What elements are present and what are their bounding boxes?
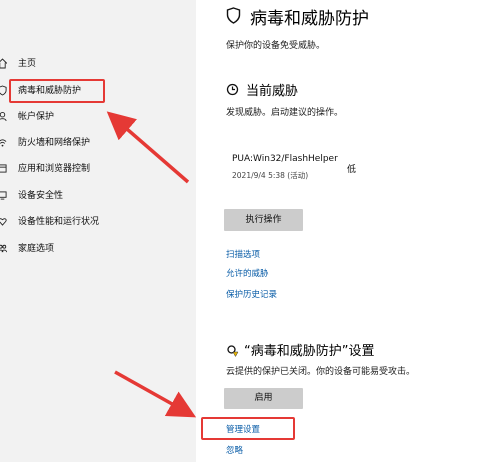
settings-warning-icon (227, 345, 239, 357)
take-action-button[interactable]: 执行操作 (224, 209, 303, 231)
current-threats-heading: 当前威胁 (246, 84, 299, 99)
person-icon (0, 112, 7, 122)
sidebar-item-app-browser[interactable]: 应用和浏览器控制 (0, 158, 196, 180)
sidebar-item-label: 主页 (18, 59, 37, 69)
main-content: 病毒和威胁防护 保护你的设备免受威胁。 当前威胁 发现威胁。启动建议的操作。 P… (196, 0, 500, 462)
threat-severity: 低 (347, 165, 357, 175)
sidebar-item-device-security[interactable]: 设备安全性 (0, 185, 196, 207)
sidebar-item-label: 设备安全性 (18, 191, 64, 201)
current-threats-description: 发现威胁。启动建议的操作。 (226, 108, 344, 118)
clock-refresh-icon (226, 83, 239, 96)
settings-description: 云提供的保护已关闭。你的设备可能易受攻击。 (226, 367, 416, 377)
shield-icon (0, 85, 7, 96)
sidebar-item-label: 应用和浏览器控制 (18, 164, 91, 174)
sidebar-item-label: 防火墙和网络保护 (18, 138, 91, 148)
wifi-icon (0, 139, 7, 147)
page-title: 病毒和威胁防护 (250, 9, 369, 29)
app-browser-icon (0, 164, 7, 173)
shield-icon (226, 7, 241, 24)
sidebar-item-firewall[interactable]: 防火墙和网络保护 (0, 132, 196, 154)
ignore-link[interactable]: 忽略 (226, 444, 243, 456)
threat-timestamp: 2021/9/4 5:38 (活动) (232, 171, 309, 180)
home-icon (0, 58, 7, 69)
sidebar-item-device-performance[interactable]: 设备性能和运行状况 (0, 211, 196, 233)
sidebar-nav: 主页 病毒和威胁防护 帐户保护 防火墙和网络保护 应用和浏览器控制 设备安全性 … (0, 0, 196, 462)
page-subtitle: 保护你的设备免受威胁。 (226, 41, 326, 51)
sidebar-item-family[interactable]: 家庭选项 (0, 238, 196, 260)
heart-icon (0, 218, 7, 226)
sidebar-item-label: 帐户保护 (18, 112, 55, 122)
highlight-box-virus-protection (9, 79, 105, 103)
sidebar-item-label: 设备性能和运行状况 (18, 217, 100, 227)
device-security-icon (0, 191, 7, 200)
protection-history-link[interactable]: 保护历史记录 (226, 288, 277, 300)
sidebar-item-account-protection[interactable]: 帐户保护 (0, 106, 196, 128)
settings-heading: “病毒和威胁防护”设置 (244, 344, 375, 359)
threat-name[interactable]: PUA:Win32/FlashHelper (232, 154, 338, 164)
enable-button[interactable]: 启用 (224, 388, 303, 409)
family-icon (0, 244, 7, 253)
highlight-box-manage-settings (201, 417, 295, 440)
sidebar-item-label: 家庭选项 (18, 244, 55, 254)
scan-options-link[interactable]: 扫描选项 (226, 248, 260, 260)
sidebar-item-home[interactable]: 主页 (0, 53, 196, 75)
allowed-threats-link[interactable]: 允许的威胁 (226, 267, 269, 279)
